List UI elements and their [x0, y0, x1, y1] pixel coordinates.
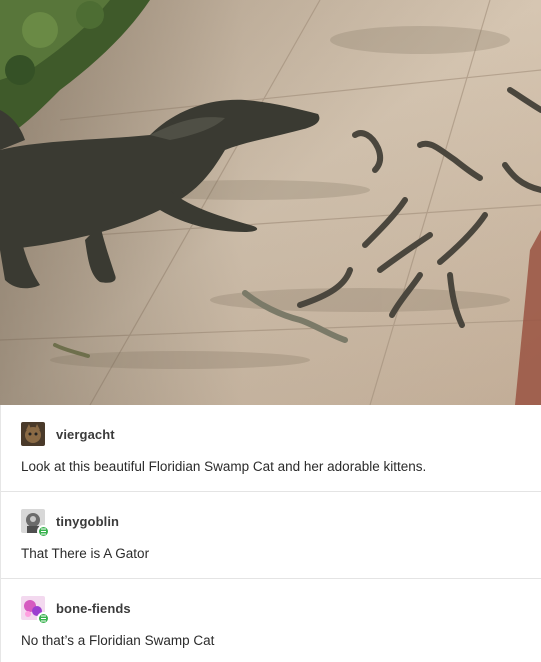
username-link[interactable]: viergacht: [56, 427, 115, 442]
post-text: No that’s a Floridian Swamp Cat: [21, 633, 215, 648]
reblog-post: bone-fiends No that’s a Floridian Swamp …: [1, 579, 541, 662]
avatar[interactable]: [21, 422, 45, 446]
post-photo[interactable]: [0, 0, 541, 405]
username-link[interactable]: tinygoblin: [56, 514, 119, 529]
cat-avatar-icon: [21, 422, 45, 446]
alligator-photo: [0, 0, 541, 405]
post-header: tinygoblin: [21, 508, 119, 538]
avatar[interactable]: [21, 596, 50, 625]
reblog-post: viergacht Look at this beautiful Floridi…: [1, 405, 541, 492]
username-link[interactable]: bone-fiends: [56, 601, 131, 616]
post-text: That There is A Gator: [21, 546, 150, 561]
community-badge-icon: [37, 612, 50, 625]
post-header: viergacht: [21, 421, 115, 447]
reblog-chain: viergacht Look at this beautiful Floridi…: [0, 405, 541, 662]
reblog-post: tinygoblin That There is A Gator: [1, 492, 541, 579]
post-text: Look at this beautiful Floridian Swamp C…: [21, 459, 427, 474]
community-badge-icon: [37, 525, 50, 538]
avatar[interactable]: [21, 509, 50, 538]
post-header: bone-fiends: [21, 595, 131, 625]
